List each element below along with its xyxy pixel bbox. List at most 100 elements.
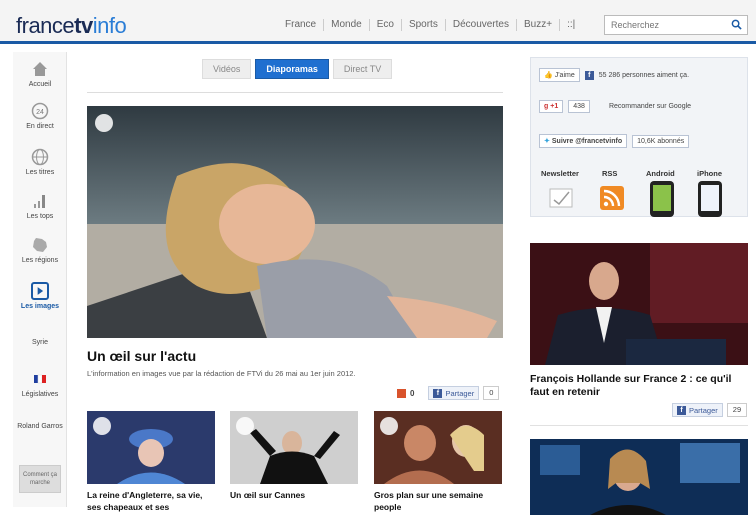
- news-card-image[interactable]: [530, 243, 748, 365]
- nav-item-more[interactable]: ::|: [560, 19, 582, 31]
- thumb-people[interactable]: [374, 411, 502, 484]
- news-photo: [530, 439, 748, 515]
- search-icon[interactable]: [731, 19, 742, 30]
- google-plus-row: g +1 438 Recommander sur Google: [539, 100, 691, 113]
- sidebar-item-label: En direct: [26, 123, 54, 130]
- google-plus-button[interactable]: g +1: [539, 100, 564, 113]
- thumb-caption[interactable]: La reine d'Angleterre, sa vie, ses chape…: [87, 489, 217, 513]
- hero-description: L'information en images vue par la rédac…: [87, 369, 356, 378]
- logo-text-france: france: [16, 13, 75, 38]
- nav-item-eco[interactable]: Eco: [370, 19, 402, 31]
- thumb-caption[interactable]: Un œil sur Cannes: [230, 489, 360, 501]
- gplus-text: Recommander sur Google: [608, 103, 692, 110]
- sidebar-item-label: Les images: [20, 303, 60, 310]
- news-photo: [530, 243, 748, 365]
- tab-divider: [87, 92, 503, 93]
- sidebar-item-les-titres[interactable]: Les titres: [13, 148, 67, 176]
- sidebar-item-les-tops[interactable]: Les tops: [13, 192, 67, 220]
- hero-title[interactable]: Un œil sur l'actu: [87, 348, 196, 364]
- how-it-works-button[interactable]: Comment ça marche: [19, 465, 61, 493]
- sidebar-item-en-direct[interactable]: 24 En direct: [13, 102, 67, 130]
- twitter-row: ✦ Suivre @francetvinfo 10,6K abonnés: [539, 134, 690, 148]
- sidebar-item-label: Les tops: [26, 213, 54, 220]
- comment-icon[interactable]: [397, 388, 406, 398]
- nav-item-buzz[interactable]: Buzz+: [517, 19, 561, 31]
- android-icon[interactable]: [649, 180, 675, 218]
- iphone-label[interactable]: iPhone: [697, 169, 722, 178]
- sidebar-item-les-regions[interactable]: Les régions: [13, 236, 67, 264]
- sidebar-item-les-images[interactable]: Les images: [13, 282, 67, 310]
- camera-icon: [93, 417, 111, 435]
- right-divider: [530, 425, 748, 426]
- news-card-2-image[interactable]: [530, 439, 748, 515]
- share-label: Partager: [689, 405, 718, 415]
- like-label: J'aime: [554, 71, 575, 79]
- nav-item-france[interactable]: France: [278, 19, 325, 31]
- comment-count: 0: [410, 388, 415, 398]
- news-card-share-row: f Partager 29: [672, 403, 748, 417]
- sidebar-item-roland-garros[interactable]: Roland Garros: [13, 422, 67, 431]
- nav-item-decouvertes[interactable]: Découvertes: [446, 19, 517, 31]
- sidebar-item-syrie[interactable]: Syrie: [13, 339, 67, 346]
- sidebar-item-label: Accueil: [28, 81, 52, 88]
- twitter-count: 10,6K abonnés: [632, 134, 690, 148]
- nav-item-monde[interactable]: Monde: [324, 19, 370, 31]
- top-nav: France Monde Eco Sports Découvertes Buzz…: [278, 19, 582, 31]
- gplus-label: +1: [550, 103, 559, 110]
- rss-icon[interactable]: [600, 186, 624, 210]
- facebook-share-button[interactable]: f Partager: [428, 386, 480, 400]
- sidebar-item-label: Les régions: [21, 257, 59, 264]
- globe-icon: [31, 148, 49, 166]
- rss-label[interactable]: RSS: [602, 169, 617, 178]
- tab-videos[interactable]: Vidéos: [202, 59, 252, 79]
- live-24-icon: 24: [31, 102, 49, 120]
- camera-icon: [380, 417, 398, 435]
- facebook-icon: f: [433, 388, 443, 398]
- left-sidebar: Accueil 24 En direct Les titres Les tops…: [13, 52, 67, 507]
- tab-diaporamas[interactable]: Diaporamas: [255, 59, 329, 79]
- sidebar-item-legislatives[interactable]: Législatives: [13, 370, 67, 398]
- facebook-like-row: 👍 J'aime f 55 286 personnes aiment ça.: [539, 68, 689, 82]
- hero-photo: [87, 106, 503, 338]
- twitter-bird-icon: ✦: [544, 138, 550, 145]
- news-card-title[interactable]: François Hollande sur France 2 : ce qu'i…: [530, 373, 748, 399]
- newsletter-icon[interactable]: [549, 186, 573, 210]
- facebook-icon: f: [584, 70, 594, 80]
- site-logo[interactable]: francetvinfo: [16, 13, 127, 39]
- like-button[interactable]: 👍 J'aime: [539, 68, 580, 82]
- iphone-icon[interactable]: [697, 180, 723, 218]
- map-icon: [33, 238, 47, 252]
- logo-text-tv: tv: [74, 13, 93, 38]
- sidebar-item-label: Roland Garros: [17, 423, 63, 430]
- hero-image[interactable]: [87, 106, 503, 338]
- facebook-share-button[interactable]: f Partager: [672, 403, 723, 417]
- camera-icon: [95, 114, 113, 132]
- svg-text:24: 24: [36, 109, 44, 116]
- flag-icon: [34, 374, 46, 384]
- twitter-label: Suivre @francetvinfo: [551, 137, 623, 145]
- newsletter-label[interactable]: Newsletter: [541, 169, 579, 178]
- hero-share-row: 0 f Partager 0: [397, 386, 500, 400]
- tab-direct-tv[interactable]: Direct TV: [332, 59, 393, 79]
- thumb-cannes[interactable]: [230, 411, 358, 484]
- sidebar-item-label: Syrie: [32, 339, 48, 346]
- twitter-follow-button[interactable]: ✦ Suivre @francetvinfo: [539, 134, 628, 148]
- camera-icon: [236, 417, 254, 435]
- share-label: Partager: [445, 388, 475, 398]
- search-input[interactable]: [604, 15, 748, 35]
- thumb-caption[interactable]: Gros plan sur une semaine people: [374, 489, 504, 513]
- thumb-queen[interactable]: [87, 411, 215, 484]
- facebook-icon: f: [677, 405, 686, 415]
- sidebar-item-label: Législatives: [21, 391, 59, 398]
- bar-chart-icon: [34, 195, 45, 208]
- social-box: 👍 J'aime f 55 286 personnes aiment ça. g +…: [530, 57, 748, 217]
- gplus-count: 438: [568, 100, 590, 113]
- share-count: 29: [726, 403, 748, 417]
- facebook-like-count: 55 286 personnes aiment ça.: [598, 71, 690, 79]
- share-count: 0: [483, 386, 500, 400]
- android-label[interactable]: Android: [646, 169, 675, 178]
- sidebar-item-label: Les titres: [25, 169, 55, 176]
- logo-text-info: info: [92, 13, 127, 38]
- sidebar-item-accueil[interactable]: Accueil: [13, 60, 67, 88]
- nav-item-sports[interactable]: Sports: [402, 19, 446, 31]
